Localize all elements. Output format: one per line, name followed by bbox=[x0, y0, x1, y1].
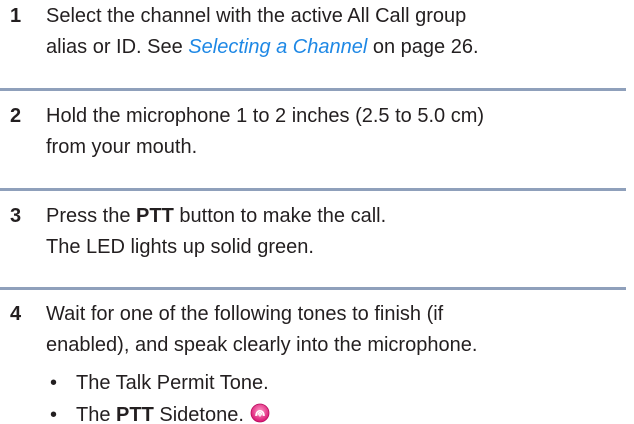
bullet-icon: • bbox=[50, 404, 58, 424]
list-item-text: The PTT Sidetone. bbox=[76, 400, 270, 424]
list-text-segment: The bbox=[76, 404, 117, 424]
step-line: Hold the microphone 1 to 2 inches (2.5 t… bbox=[46, 105, 485, 127]
step-line: Select the channel with the active All C… bbox=[46, 5, 467, 27]
step-text-segment: Press the bbox=[46, 205, 137, 227]
step-line: alias or ID. See Selecting a Channel on … bbox=[46, 32, 626, 63]
step-line: Press the PTT button to make the call. bbox=[46, 201, 626, 232]
step-line: enabled), and speak clearly into the mic… bbox=[46, 334, 478, 356]
step-number: 3 bbox=[10, 205, 22, 227]
step-number: 1 bbox=[10, 5, 22, 27]
step-line: The LED lights up solid green. bbox=[46, 236, 314, 258]
step-text: Hold the microphone 1 to 2 inches (2.5 t… bbox=[46, 101, 626, 163]
step-text-segment: on page 26. bbox=[367, 36, 479, 58]
step-text: Select the channel with the active All C… bbox=[46, 1, 626, 63]
step-divider bbox=[0, 287, 626, 290]
bullet-icon: • bbox=[50, 372, 58, 394]
step-number: 4 bbox=[10, 303, 22, 325]
step-divider bbox=[0, 88, 626, 91]
step-text-segment: alias or ID. See bbox=[46, 36, 189, 58]
step-line: from your mouth. bbox=[46, 136, 198, 158]
step-text: Wait for one of the following tones to f… bbox=[46, 299, 626, 361]
cross-reference-link[interactable]: Selecting a Channel bbox=[188, 36, 367, 58]
step-text-segment: button to make the call. bbox=[173, 205, 387, 227]
step-number: 2 bbox=[10, 105, 22, 127]
tone-sound-icon bbox=[250, 402, 270, 424]
ptt-button-label: PTT bbox=[136, 205, 174, 227]
list-item-text: The Talk Permit Tone. bbox=[76, 372, 269, 394]
step-divider bbox=[0, 188, 626, 191]
step-line: Wait for one of the following tones to f… bbox=[46, 303, 444, 325]
ptt-label: PTT bbox=[116, 404, 154, 424]
step-text: Press the PTT button to make the call. T… bbox=[46, 201, 626, 263]
list-text-segment: Sidetone. bbox=[153, 404, 244, 424]
